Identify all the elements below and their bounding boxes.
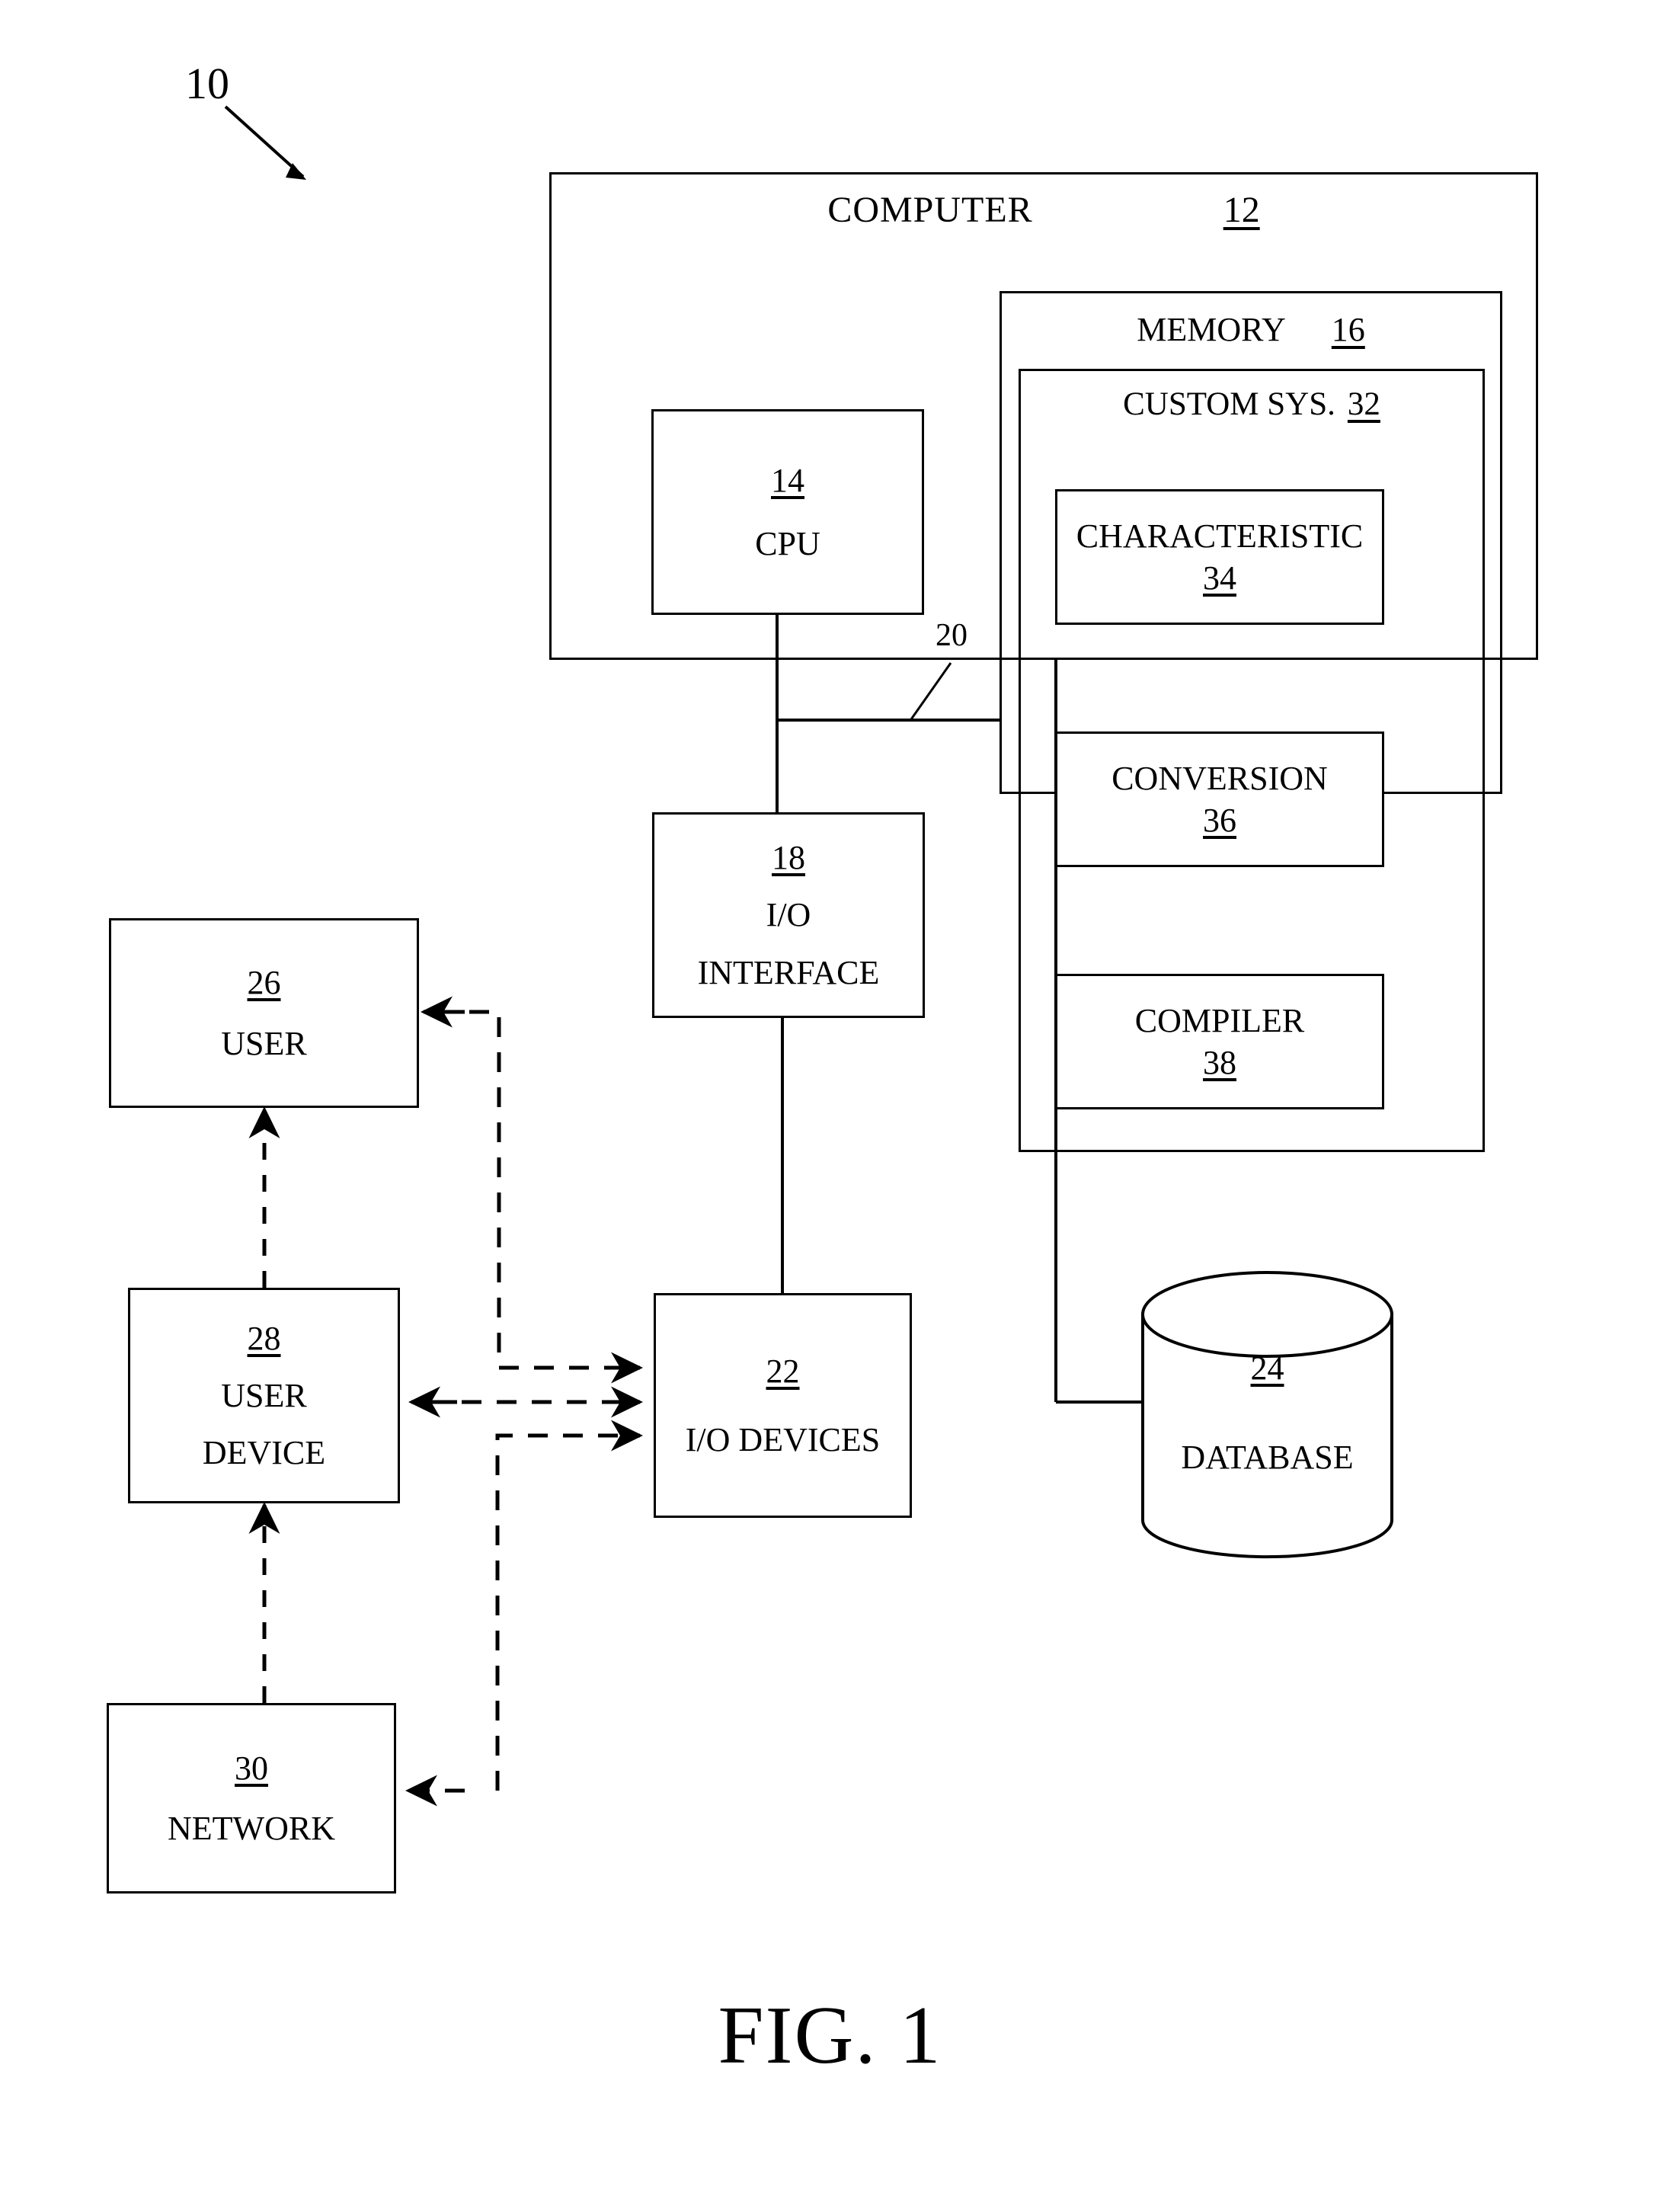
- custom-system-header: CUSTOM SYS. 32: [1019, 381, 1485, 427]
- cpu-label: CPU: [755, 525, 820, 562]
- io-devices-ref-number: 22: [766, 1352, 800, 1391]
- user-ref-number: 26: [247, 964, 281, 1002]
- memory-title: MEMORY: [1137, 310, 1286, 348]
- network-label: NETWORK: [168, 1810, 335, 1847]
- characteristic-module: CHARACTERISTIC 34: [1055, 489, 1384, 625]
- cpu-ref-number: 14: [771, 461, 804, 499]
- io-devices-block: 22 I/O DEVICES: [654, 1293, 912, 1518]
- network-block: 30 NETWORK: [107, 1703, 396, 1893]
- system-ref-number: 10: [185, 59, 229, 108]
- memory-header: MEMORY 16: [1000, 305, 1502, 354]
- conversion-label: CONVERSION: [1111, 759, 1328, 797]
- io-interface-ref-number: 18: [772, 839, 805, 877]
- computer-ref-number: 12: [1223, 189, 1260, 230]
- user-device-label-line1: USER: [221, 1376, 307, 1414]
- compiler-label: COMPILER: [1134, 1001, 1305, 1039]
- user-device-block: 28 USER DEVICE: [128, 1288, 400, 1503]
- io-interface-block: 18 I/O INTERFACE: [652, 812, 925, 1018]
- io-devices-label: I/O DEVICES: [685, 1420, 881, 1458]
- figure-canvas: COMPUTER 12 MEMORY 16 CUSTOM SYS. 32 CHA…: [0, 0, 1660, 2212]
- user-label: USER: [221, 1024, 307, 1062]
- memory-ref-number: 16: [1331, 310, 1365, 348]
- network-ref-number: 30: [235, 1749, 268, 1787]
- characteristic-label: CHARACTERISTIC: [1076, 517, 1364, 555]
- cpu-block: 14 CPU: [651, 409, 924, 615]
- database-ref-number: 24: [1250, 1349, 1284, 1387]
- computer-header: COMPUTER 12: [549, 183, 1538, 236]
- custom-system-ref-number: 32: [1347, 386, 1380, 422]
- wire-network-to-io-devices: [405, 1420, 644, 1807]
- io-interface-label-line1: I/O: [766, 896, 811, 934]
- wire-user-to-io-devices: [420, 996, 644, 1384]
- conversion-ref-number: 36: [1203, 802, 1236, 839]
- computer-title: COMPUTER: [827, 189, 1033, 230]
- ref-20-leader: [910, 662, 952, 720]
- bus-ref-number: 20: [936, 618, 968, 653]
- database-label-text: DATABASE: [1181, 1439, 1354, 1476]
- user-device-ref-number: 28: [247, 1319, 281, 1357]
- custom-system-title: CUSTOM SYS.: [1123, 386, 1335, 422]
- database-block: 24 DATABASE: [1143, 1349, 1392, 1547]
- figure-caption: FIG. 1: [718, 1990, 942, 2081]
- characteristic-ref-number: 34: [1203, 559, 1236, 597]
- compiler-module: COMPILER 38: [1055, 974, 1384, 1109]
- compiler-ref-number: 38: [1203, 1044, 1236, 1081]
- conversion-module: CONVERSION 36: [1055, 731, 1384, 867]
- ref-10-leader: [224, 105, 306, 180]
- user-device-label-line2: DEVICE: [202, 1434, 326, 1472]
- user-block: 26 USER: [109, 918, 419, 1108]
- io-interface-label-line2: INTERFACE: [697, 953, 880, 991]
